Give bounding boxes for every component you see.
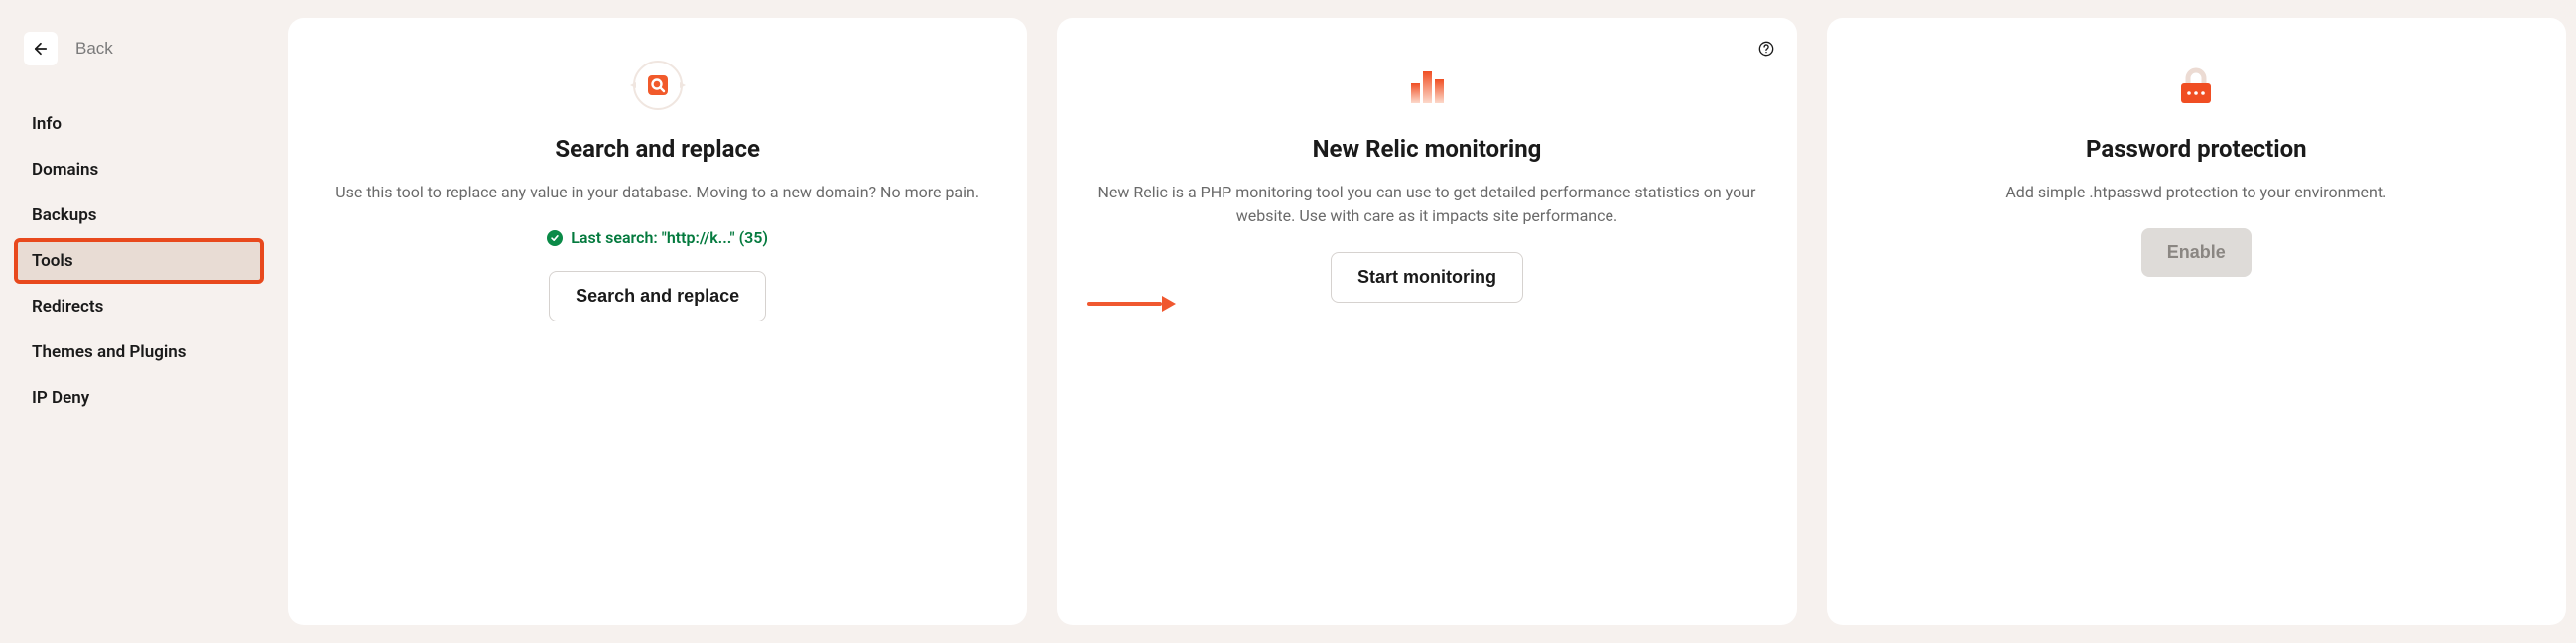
chart-bars-icon — [1399, 58, 1455, 113]
last-search-status: Last search: "http://k..." (35) — [547, 228, 768, 247]
button-label: Start monitoring — [1357, 267, 1496, 287]
start-monitoring-button[interactable]: Start monitoring — [1331, 252, 1523, 303]
sidebar-item-label: IP Deny — [32, 388, 89, 408]
card-title: New Relic monitoring — [1313, 135, 1542, 163]
back-label: Back — [75, 39, 113, 59]
card-password-protection: Password protection Add simple .htpasswd… — [1827, 18, 2566, 625]
main-content: Search and replace Use this tool to repl… — [278, 0, 2576, 643]
arrow-annotation-icon — [1087, 296, 1176, 312]
sidebar-item-label: Info — [32, 114, 62, 134]
sidebar-nav: Info Domains Backups Tools Redirects The… — [20, 101, 258, 421]
sidebar-item-label: Redirects — [32, 297, 103, 317]
search-replace-icon — [630, 58, 686, 113]
card-description: Use this tool to replace any value in yo… — [335, 181, 979, 204]
card-title: Search and replace — [555, 135, 760, 163]
sidebar-item-ip-deny[interactable]: IP Deny — [20, 375, 258, 421]
card-search-replace: Search and replace Use this tool to repl… — [288, 18, 1027, 625]
check-circle-icon — [547, 230, 563, 246]
sidebar-item-label: Domains — [32, 160, 98, 180]
card-description: New Relic is a PHP monitoring tool you c… — [1089, 181, 1764, 228]
sidebar-item-redirects[interactable]: Redirects — [20, 284, 258, 329]
sidebar-item-backups[interactable]: Backups — [20, 193, 258, 238]
sidebar-item-info[interactable]: Info — [20, 101, 258, 147]
enable-button[interactable]: Enable — [2141, 228, 2252, 277]
sidebar-item-label: Themes and Plugins — [32, 342, 187, 362]
button-label: Enable — [2167, 242, 2226, 262]
help-icon[interactable] — [1757, 40, 1775, 58]
back-button[interactable]: Back — [20, 28, 117, 69]
status-text: Last search: "http://k..." (35) — [571, 228, 768, 247]
sidebar: Back Info Domains Backups Tools Redirect… — [0, 0, 278, 643]
search-replace-button[interactable]: Search and replace — [549, 271, 766, 322]
lock-icon — [2168, 58, 2224, 113]
card-new-relic: New Relic monitoring New Relic is a PHP … — [1057, 18, 1796, 625]
sidebar-item-label: Backups — [32, 205, 97, 225]
card-title: Password protection — [2086, 135, 2307, 163]
button-label: Search and replace — [576, 286, 739, 306]
sidebar-item-domains[interactable]: Domains — [20, 147, 258, 193]
sidebar-item-label: Tools — [32, 251, 73, 271]
back-arrow-icon — [24, 32, 58, 65]
card-description: Add simple .htpasswd protection to your … — [2005, 181, 2386, 204]
sidebar-item-tools[interactable]: Tools — [14, 238, 264, 284]
sidebar-item-themes-plugins[interactable]: Themes and Plugins — [20, 329, 258, 375]
